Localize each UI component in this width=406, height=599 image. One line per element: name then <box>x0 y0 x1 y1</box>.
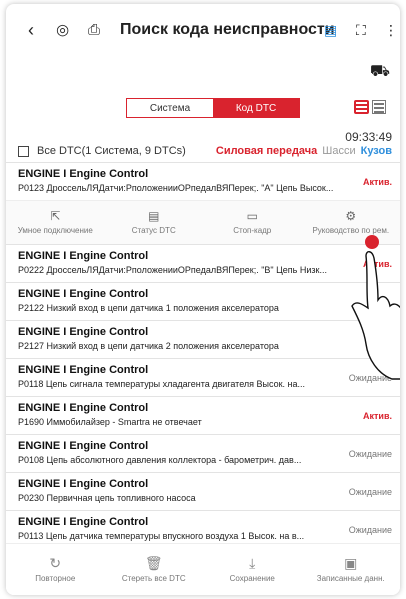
dtc-row[interactable]: ENGINE I Engine Control P0222 ДроссельЛЯ… <box>6 244 400 282</box>
system-filter: Силовая передача Шасси Кузов <box>216 145 392 157</box>
select-all-icon[interactable] <box>18 145 29 157</box>
folder-icon: ▣ <box>344 555 358 571</box>
dtc-status: Актив. <box>363 177 392 187</box>
dtc-description: P0108 Цепь абсолютного давления коллекто… <box>18 455 302 465</box>
dtc-system: ENGINE I Engine Control <box>18 168 149 180</box>
toolbar-label: Повторное <box>35 574 76 583</box>
summary-row: Все DTC(1 Система, 9 DTCs) Силовая перед… <box>18 143 392 159</box>
share-icon: ⇱ <box>50 209 61 223</box>
dtc-status: Ожидание <box>348 449 392 459</box>
dtc-description: P0222 ДроссельЛЯДатчи:РположенииОРпедалВ… <box>18 265 327 275</box>
refresh-icon: ↻ <box>49 555 62 571</box>
dtc-system: ENGINE I Engine Control <box>18 478 149 490</box>
view-segmented-control: Система Код DTC <box>126 98 300 118</box>
page-title: Поиск кода неисправности <box>120 21 335 38</box>
hand-shape <box>351 251 400 380</box>
timestamp: 09:33:49 <box>345 130 392 144</box>
toolbar-label: Стереть все DTC <box>121 574 186 583</box>
dtc-description: P0230 Первичная цепь топливного насоса <box>18 493 196 503</box>
report-icon[interactable]: ▤ <box>324 23 337 37</box>
dtc-description: P1690 Иммобилайзер - Smartra не отвечает <box>18 417 202 427</box>
repeat-button[interactable]: ↻ Повторное <box>6 544 105 595</box>
action-label: Умное подключение <box>17 226 93 235</box>
dtc-status: Ожидание <box>348 487 392 497</box>
list-view-icon[interactable] <box>354 100 369 114</box>
dtc-description: P0113 Цепь датчика температуры впускного… <box>18 531 305 541</box>
gear-icon: ⚙ <box>345 209 357 223</box>
app-screen: ‹ ◎ ⎙ Поиск кода неисправности ▤ ⛶ ⋮ ⛟ С… <box>6 4 400 595</box>
dtc-status: Ожидание <box>348 525 392 535</box>
dtc-row-actions: ⇱ Умное подключение ▤ Статус DTC ▭ Стоп-… <box>6 200 400 244</box>
document-icon: ▤ <box>148 209 160 223</box>
dtc-row[interactable]: ENGINE I Engine Control P2127 Низкий вхо… <box>6 320 400 358</box>
dtc-row[interactable]: ENGINE I Engine Control P0118 Цепь сигна… <box>6 358 400 396</box>
dtc-system: ENGINE I Engine Control <box>18 440 149 452</box>
dtc-system: ENGINE I Engine Control <box>18 364 149 376</box>
tap-indicator <box>365 235 379 249</box>
dtc-status-button[interactable]: ▤ Статус DTC <box>105 201 204 244</box>
back-icon[interactable]: ‹ <box>28 21 34 39</box>
more-menu-icon[interactable]: ⋮ <box>384 23 398 37</box>
toolbar-label: Сохранение <box>229 574 275 583</box>
dtc-row[interactable]: ENGINE I Engine Control P0108 Цепь абсол… <box>6 434 400 472</box>
smart-connect-button[interactable]: ⇱ Умное подключение <box>6 201 105 244</box>
dtc-row[interactable]: ENGINE I Engine Control P2122 Низкий вхо… <box>6 282 400 320</box>
diagnostic-connector-icon[interactable]: ◎ <box>56 23 69 38</box>
car-icon[interactable]: ⛟ <box>370 62 390 82</box>
dtc-system: ENGINE I Engine Control <box>18 516 149 528</box>
filter-chassis[interactable]: Шасси <box>322 145 355 157</box>
save-button[interactable]: ⤓ Сохранение <box>203 544 302 595</box>
dtc-description: P2122 Низкий вход в цепи датчика 1 полож… <box>18 303 279 313</box>
dtc-status: Актив. <box>363 411 392 421</box>
dtc-system: ENGINE I Engine Control <box>18 402 149 414</box>
app-header: ‹ ◎ ⎙ Поиск кода неисправности ▤ ⛶ ⋮ ⛟ <box>6 4 400 80</box>
fullscreen-icon[interactable]: ⛶ <box>356 23 366 37</box>
dtc-description: P0118 Цепь сигнала температуры хладагент… <box>18 379 306 389</box>
dtc-description: P2127 Низкий вход в цепи датчика 2 полож… <box>18 341 279 351</box>
action-label: Статус DTC <box>131 226 176 235</box>
dtc-system: ENGINE I Engine Control <box>18 250 149 262</box>
erase-all-dtc-button[interactable]: 🗑 Стереть все DTC <box>105 544 204 595</box>
action-label: Стоп-кадр <box>233 226 272 235</box>
trash-icon: 🗑 <box>144 555 163 571</box>
download-icon: ⤓ <box>249 555 256 571</box>
frame-icon: ▭ <box>246 209 258 223</box>
filter-body[interactable]: Кузов <box>361 145 392 157</box>
dtc-row[interactable]: ENGINE I Engine Control P0123 ДроссельЛЯ… <box>6 162 400 200</box>
dtc-system: ENGINE I Engine Control <box>18 288 149 300</box>
dtc-system: ENGINE I Engine Control <box>18 326 149 338</box>
tab-dtc-code[interactable]: Код DTC <box>213 99 299 117</box>
filter-powertrain[interactable]: Силовая передача <box>216 145 317 157</box>
dtc-row[interactable]: ENGINE I Engine Control P1690 Иммобилайз… <box>6 396 400 434</box>
dtc-list: ENGINE I Engine Control P0123 ДроссельЛЯ… <box>6 162 400 548</box>
tab-system[interactable]: Система <box>127 99 213 117</box>
freeze-frame-button[interactable]: ▭ Стоп-кадр <box>203 201 302 244</box>
grid-view-icon[interactable] <box>372 100 386 114</box>
toolbar-label: Записанные данн. <box>316 574 385 583</box>
bottom-toolbar: ↻ Повторное 🗑 Стереть все DTC ⤓ Сохранен… <box>6 543 400 595</box>
dtc-row[interactable]: ENGINE I Engine Control P0230 Первичная … <box>6 472 400 510</box>
vehicle-info-icon[interactable]: ⎙ <box>88 23 100 38</box>
dtc-description: P0123 ДроссельЛЯДатчи:РположенииОРпедалВ… <box>18 183 334 193</box>
hand-pointer-icon <box>351 235 400 380</box>
recorded-data-button[interactable]: ▣ Записанные данн. <box>302 544 401 595</box>
dtc-summary: Все DTC(1 Система, 9 DTCs) <box>37 145 186 157</box>
